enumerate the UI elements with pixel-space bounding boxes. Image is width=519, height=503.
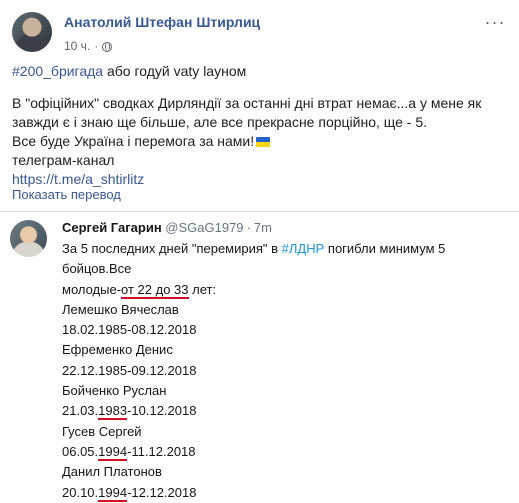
tweet-text: За 5 последних дней "перемирия" в #ЛДНР … [62,239,512,503]
tweet-line-1: За 5 последних дней "перемирия" в #ЛДНР … [62,239,512,280]
post-paragraph-2-text: Все буде Україна і перемога за нами! [12,133,255,149]
tweet-separator: · [246,220,251,235]
casualty-dates: 20.10.1994-12.12.2018 [62,483,512,503]
date-text: 20.10. [62,484,99,500]
birth-year-underlined: 1994 [98,443,128,461]
post-paragraph-1: В "офіційних" сводках Дирляндії за остан… [12,95,482,130]
hashtag-line: #200_бригада або годуй vaty layном [12,62,507,81]
post-body: #200_бригада або годуй vaty layном В "оф… [12,62,507,189]
telegram-link[interactable]: https://t.me/a_shtirlitz [12,171,144,187]
tweet-hashtag: #ЛДНР [281,241,325,256]
post-header: Анатолий Штефан Штирлиц 10 ч. · ··· [12,8,507,56]
ukraine-flag-icon [256,137,271,147]
casualty-name: Ефременко Денис [62,342,173,358]
meta-separator: · [94,39,99,53]
post-meta: 10 ч. · [64,39,113,53]
tweet-line-2: молодые-от 22 до 33 лет: [62,280,512,300]
casualty-dates: 21.03.1983-10.12.2018 [62,401,512,421]
date-text: 21.03. [62,403,99,419]
tweet-author-name: Сергей Гагарин [62,220,162,235]
hashtag-line-text: або годуй vaty layном [103,63,247,79]
date-text: -10.12.2018 [127,403,197,419]
author-name[interactable]: Анатолий Штефан Штирлиц [64,14,260,30]
casualty-name: Лемешко Вячеслав [62,301,179,317]
date-text: -11.12.2018 [127,443,196,459]
date-text: 06.05. [62,443,99,459]
author-avatar[interactable] [12,12,52,52]
tweet-handle: @SGaG1979 [165,220,244,235]
birth-year-underlined: 1983 [98,403,128,421]
post-paragraph-2: Все буде Україна і перемога за нами! [12,132,507,151]
tweet-header: Сергей Гагарин @SGaG1979 · 7m [62,220,272,235]
embedded-tweet: Сергей Гагарин @SGaG1979 · 7m За 5 последн… [0,211,519,502]
casualty-name: Бойченко Руслан [62,383,167,399]
casualty-name: Гусев Сергей [62,423,142,439]
tweet-time: 7m [253,220,272,235]
age-range-underlined: от 22 до 33 [121,281,189,299]
casualty-name: Данил Платонов [62,464,162,480]
casualty-dates: 06.05.1994-11.12.2018 [62,442,512,462]
hashtag-link[interactable]: #200_бригада [12,63,103,79]
show-translation-link[interactable]: Показать перевод [12,187,121,202]
more-options-button[interactable]: ··· [483,13,507,31]
casualty-dates: 22.12.1985-09.12.2018 [62,361,512,381]
birth-year-underlined: 1994 [98,484,128,502]
date-text: 22.12.1985-09.12.2018 [62,362,197,378]
tweet-avatar [10,220,47,257]
tweet-line-1-text: За 5 последних дней "перемирия" в [62,241,282,256]
tweet-line-2-text: молодые- [62,281,122,297]
date-text: 18.02.1985-08.12.2018 [62,322,197,338]
casualty-dates: 18.02.1985-08.12.2018 [62,320,512,340]
post-time[interactable]: 10 ч. [64,39,90,53]
post-paragraph-3: телеграм-канал [12,152,115,168]
tweet-line-2-rest: лет: [188,281,217,297]
facebook-post: Анатолий Штефан Штирлиц 10 ч. · ··· #200_… [0,0,519,502]
globe-icon[interactable] [102,42,113,52]
casualty-list: Лемешко Вячеслав 18.02.1985-08.12.2018 Ефр… [62,300,512,503]
date-text: -12.12.2018 [127,484,197,500]
